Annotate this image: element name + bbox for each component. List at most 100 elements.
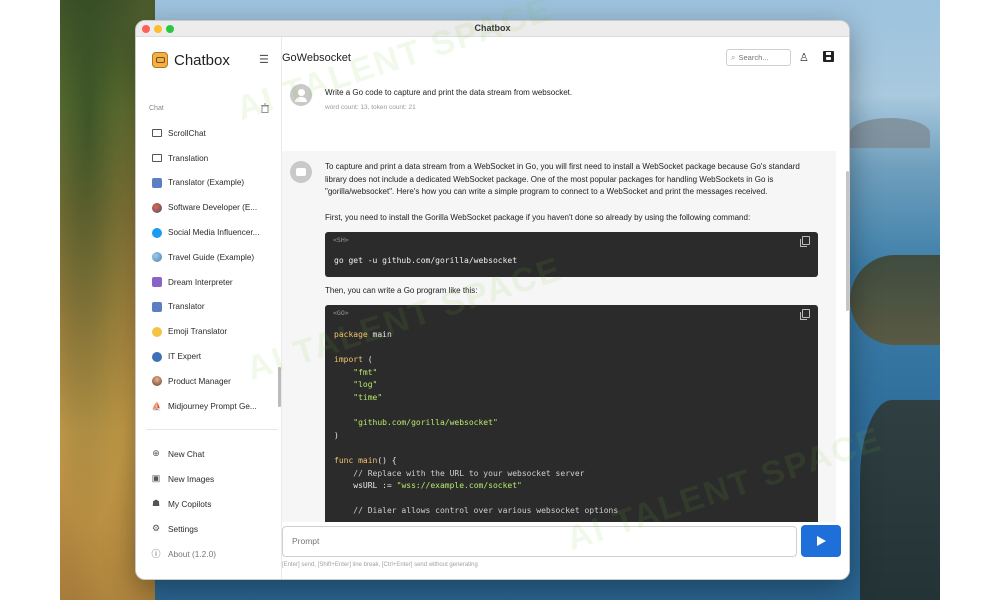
code-token: main — [367, 330, 392, 339]
conversation-label: Social Media Influencer... — [168, 228, 260, 238]
settings-button[interactable]: ⚙ Settings — [151, 516, 216, 541]
collapse-sidebar-icon[interactable]: ☰ — [259, 53, 269, 66]
chat-section-label: Chat — [149, 105, 164, 112]
it-expert-avatar-icon — [151, 351, 162, 362]
message-scrollbar[interactable] — [846, 171, 849, 311]
conversation-item[interactable]: Travel Guide (Example) — [144, 245, 278, 270]
code-language-label: <GO> — [333, 309, 349, 317]
code-language-label: <SH> — [333, 236, 349, 244]
conversation-item[interactable]: Emoji Translator — [144, 319, 278, 344]
wallpaper-rock — [860, 400, 940, 600]
main-panel: GoWebsocket ⌕ ♙ Write a Go code to captu… — [282, 37, 849, 579]
conversation-label: Translation — [168, 153, 209, 163]
conversation-item[interactable]: Translator — [144, 295, 278, 320]
conversation-item[interactable]: ScrollChat — [144, 121, 278, 146]
conversation-item[interactable]: Software Developer (E... — [144, 195, 278, 220]
code-token: ) — [334, 430, 339, 440]
conversation-item[interactable]: Dream Interpreter — [144, 270, 278, 295]
conversation-list: ScrollChat Translation Translator (Examp… — [144, 121, 278, 419]
new-chat-label: New Chat — [168, 448, 205, 459]
send-button[interactable] — [801, 525, 841, 557]
conversation-title[interactable]: GoWebsocket — [282, 52, 351, 64]
keyboard-hint: [Enter] send, [Shift+Enter] line break, … — [282, 562, 478, 568]
product-manager-avatar-icon — [151, 376, 162, 387]
user-avatar-icon — [290, 84, 312, 106]
save-icon[interactable] — [823, 51, 834, 62]
chat-bubble-icon — [151, 128, 162, 139]
conversation-item[interactable]: Translator (Example) — [144, 171, 278, 196]
translator-avatar-icon — [151, 177, 162, 188]
conversation-label: Software Developer (E... — [168, 203, 258, 213]
conversation-item[interactable]: Product Manager — [144, 369, 278, 394]
code-token: import — [334, 355, 363, 365]
assistant-avatar-icon — [290, 161, 312, 183]
sidebar-actions: ⊕ New Chat ▣ New Images ☗ My Copilots ⚙ … — [151, 441, 216, 566]
plus-circle-icon: ⊕ — [152, 448, 160, 458]
composer: [Enter] send, [Shift+Enter] line break, … — [282, 522, 849, 579]
midjourney-avatar-icon: ⛵ — [151, 401, 162, 411]
code-token: "fmt" — [353, 367, 378, 377]
sidebar-scrollbar[interactable] — [278, 367, 281, 407]
new-images-button[interactable]: ▣ New Images — [151, 466, 216, 491]
image-icon: ▣ — [151, 473, 161, 483]
prompt-input[interactable] — [292, 536, 772, 546]
conversation-label: Midjourney Prompt Ge... — [168, 401, 257, 411]
dream-avatar-icon — [151, 277, 162, 288]
new-chat-button[interactable]: ⊕ New Chat — [151, 441, 216, 466]
prompt-box[interactable] — [282, 526, 797, 557]
code-token: // Replace with the URL to your websocke… — [353, 468, 585, 478]
code-token: () { — [377, 455, 397, 465]
conversation-label: Travel Guide (Example) — [168, 252, 255, 262]
conversation-item[interactable]: Social Media Influencer... — [144, 220, 278, 245]
conversation-item[interactable]: Translation — [144, 146, 278, 171]
gear-icon: ⚙ — [151, 523, 161, 533]
assistant-message: To capture and print a data stream from … — [282, 151, 836, 522]
new-images-label: New Images — [168, 473, 215, 484]
desktop: Chatbox Chatbox ☰ Chat ScrollChat Transl… — [0, 0, 1000, 600]
user-message-meta: word count: 13, token count: 21 — [325, 104, 416, 111]
developer-avatar-icon — [151, 202, 162, 213]
trash-icon[interactable] — [260, 103, 270, 113]
title-bar: Chatbox — [136, 21, 849, 37]
emoji-avatar-icon — [151, 326, 162, 337]
code-token: "github.com/gorilla/websocket" — [353, 418, 498, 428]
assistant-paragraph: First, you need to install the Gorilla W… — [325, 213, 751, 222]
code-token: main — [353, 455, 378, 465]
code-token: wsURL := — [353, 481, 397, 491]
settings-label: Settings — [168, 523, 198, 534]
search-icon: ⌕ — [731, 52, 736, 62]
my-copilots-button[interactable]: ☗ My Copilots — [151, 491, 216, 516]
conversation-label: Dream Interpreter — [168, 277, 233, 287]
code-line: go get -u github.com/gorilla/websocket — [334, 256, 518, 265]
chatbox-logo-icon — [152, 52, 168, 68]
info-icon: ⓘ — [151, 549, 161, 559]
assistant-paragraph: To capture and print a data stream from … — [325, 162, 800, 196]
search-box[interactable]: ⌕ — [726, 49, 791, 66]
brand: Chatbox — [152, 50, 230, 70]
code-token: "wss://example.com/socket" — [396, 481, 522, 491]
assistant-paragraph: Then, you can write a Go program like th… — [325, 286, 478, 295]
search-input[interactable] — [738, 53, 784, 62]
code-content: package main import ( "fmt" "log" "time"… — [334, 329, 618, 518]
code-token: // Dialer allows control over various we… — [353, 506, 619, 516]
assistant-message-body: To capture and print a data stream from … — [325, 161, 818, 522]
brand-name: Chatbox — [174, 51, 230, 69]
about-label: About (1.2.0) — [168, 548, 216, 559]
copy-icon[interactable] — [800, 309, 810, 320]
conversation-label: Translator (Example) — [168, 178, 245, 188]
wallpaper-island — [850, 118, 930, 148]
code-token: "log" — [353, 380, 378, 390]
app-window: Chatbox Chatbox ☰ Chat ScrollChat Transl… — [135, 20, 850, 580]
conversation-item[interactable]: IT Expert — [144, 344, 278, 369]
conversation-item[interactable]: ⛵ Midjourney Prompt Ge... — [144, 394, 278, 419]
send-icon — [816, 536, 826, 546]
sidebar-divider — [146, 429, 278, 430]
code-token: package — [334, 330, 368, 339]
main-header: GoWebsocket ⌕ ♙ — [282, 37, 849, 81]
about-button[interactable]: ⓘ About (1.2.0) — [151, 541, 216, 566]
copy-icon[interactable] — [800, 236, 810, 247]
user-message-text: Write a Go code to capture and print the… — [325, 88, 573, 97]
message-list: Write a Go code to capture and print the… — [282, 81, 849, 522]
broom-icon[interactable]: ♙ — [799, 51, 809, 64]
window-title: Chatbox — [474, 23, 511, 33]
